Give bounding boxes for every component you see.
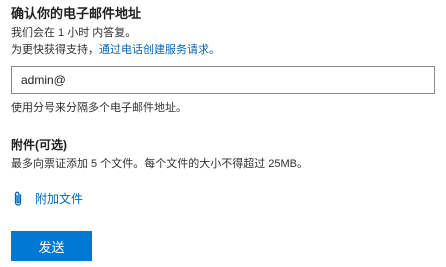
confirm-email-title: 确认你的电子邮件地址 [11,6,142,21]
email-separator-hint: 使用分号来分隔多个电子邮件地址。 [11,102,187,114]
send-button[interactable]: 发送 [11,231,92,261]
attach-file-label: 附加文件 [35,192,84,206]
email-input[interactable] [11,66,435,94]
support-note: 为更快获得支持，通过电话创建服务请求。 [11,41,220,57]
support-prefix: 为更快获得支持， [11,44,99,56]
response-time-note: 我们会在 1 小时 内答复。 [11,27,137,39]
attachments-title: 附件(可选) [11,138,67,152]
attachments-description: 最多向票证添加 5 个文件。每个文件的大小不得超过 25MB。 [11,158,309,170]
paperclip-icon [11,191,25,207]
create-phone-request-link[interactable]: 通过电话创建服务请求。 [99,44,220,56]
attach-file-button[interactable]: 附加文件 [11,190,83,207]
